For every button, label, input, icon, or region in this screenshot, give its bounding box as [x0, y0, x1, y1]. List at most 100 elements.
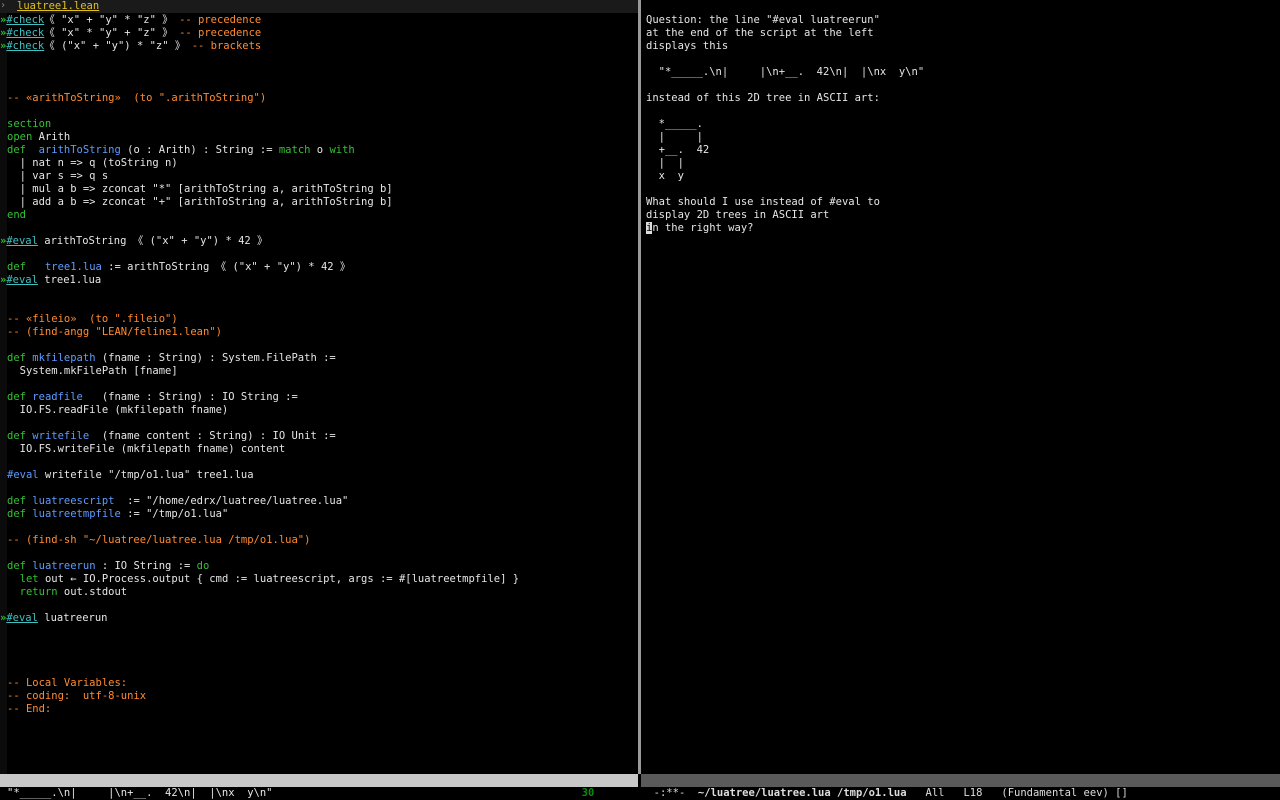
- window-header: › luatree1.lean: [0, 0, 638, 13]
- code-line[interactable]: #eval writefile "/tmp/o1.lua" tree1.lua: [7, 469, 254, 482]
- code-line[interactable]: »#check《 "x" * "y" + "z" 》 -- precedence: [0, 27, 262, 40]
- code-text: | nat n => q (toString n): [7, 157, 178, 169]
- code-comment: -- brackets: [191, 40, 262, 52]
- code-identifier: luatreerun: [32, 560, 96, 572]
- code-comment: -- (find-sh "~/luatree/luatree.lua /tmp/…: [7, 534, 311, 546]
- code-line[interactable]: »#eval luatreerun: [0, 612, 108, 625]
- modeline-position: All L18: [906, 787, 1002, 799]
- code-text: luatreerun: [37, 612, 108, 624]
- code-comment: -- precedence: [179, 27, 262, 39]
- code-line[interactable]: def tree1.lua := arithToString 《 ("x" + …: [7, 261, 350, 274]
- code-comment: -- «arithToString» (to ".arithToString"): [7, 92, 267, 104]
- code-text: (o : Arith) : String :=: [120, 144, 279, 156]
- code-keyword: def: [7, 352, 26, 364]
- code-keyword: let: [19, 573, 39, 585]
- code-keyword: def: [7, 508, 26, 520]
- code-line[interactable]: »#check《 "x" + "y" * "z" 》 -- precedence: [0, 14, 261, 27]
- code-keyword: def: [7, 430, 26, 442]
- code-line[interactable]: def readfile (fname : String) : IO Strin…: [7, 391, 298, 404]
- modeline-modes[interactable]: (Fundamental eev) []: [1001, 787, 1127, 799]
- eval-marker-icon: »: [0, 274, 7, 286]
- text-line[interactable]: instead of this 2D tree in ASCII art:: [646, 92, 880, 105]
- modeline-status: -:**-: [653, 787, 698, 799]
- text-line[interactable]: display 2D trees in ASCII art: [646, 209, 829, 222]
- code-line[interactable]: »#check《 ("x" + "y") * "z" 》 -- brackets: [0, 40, 262, 53]
- code-line[interactable]: return out.stdout: [7, 586, 127, 599]
- code-line[interactable]: | var s => q s: [7, 170, 109, 183]
- code-comment: -- (find-angg "LEAN/feline1.lean"): [7, 326, 222, 338]
- code-comment: -- Local Variables:: [7, 677, 128, 689]
- code-comment: -- coding: utf-8-unix: [7, 690, 147, 702]
- code-line[interactable]: def luatreerun : IO String := do: [7, 560, 209, 573]
- code-line[interactable]: def mkfilepath (fname : String) : System…: [7, 352, 336, 365]
- code-identifier: mkfilepath: [32, 352, 96, 364]
- code-command: #eval: [6, 274, 38, 286]
- text-line[interactable]: +__. 42: [646, 144, 710, 157]
- code-identifier: readfile: [32, 391, 83, 403]
- code-line[interactable]: IO.FS.writeFile (mkfilepath fname) conte…: [7, 443, 286, 456]
- text-line[interactable]: in the right way?: [646, 222, 753, 235]
- code-line[interactable]: let out ← IO.Process.output { cmd := lua…: [7, 573, 519, 586]
- code-line[interactable]: -- End:: [7, 703, 51, 716]
- code-command: #check: [6, 14, 45, 26]
- eval-marker-icon: »: [0, 27, 7, 39]
- text-line[interactable]: What should I use instead of #eval to: [646, 196, 880, 209]
- code-line[interactable]: -- Local Variables:: [7, 677, 127, 690]
- code-text: out ← IO.Process.output { cmd := luatree…: [38, 573, 520, 585]
- text-line[interactable]: x y: [646, 170, 684, 183]
- text-line[interactable]: | |: [646, 131, 703, 144]
- left-editor-pane[interactable]: › luatree1.lean »#check《 "x" + "y" * "z"…: [0, 0, 638, 774]
- code-line[interactable]: System.mkFilePath [fname]: [7, 365, 178, 378]
- text-line[interactable]: displays this: [646, 40, 728, 53]
- code-line[interactable]: »#eval tree1.lua: [0, 274, 101, 287]
- text-line[interactable]: at the end of the script at the left: [646, 27, 874, 40]
- code-keyword: open: [7, 131, 33, 143]
- code-text: : IO String :=: [95, 560, 197, 572]
- code-text: 《 "x" + "y" * "z" 》: [44, 14, 180, 26]
- code-line[interactable]: | mul a b => zconcat "*" [arithToString …: [7, 183, 393, 196]
- code-keyword: def: [7, 261, 26, 273]
- text-line[interactable]: | |: [646, 157, 684, 170]
- code-line[interactable]: -- «arithToString» (to ".arithToString"): [7, 92, 266, 105]
- code-line[interactable]: def writefile (fname content : String) :…: [7, 430, 336, 443]
- code-line[interactable]: open Arith: [7, 131, 70, 144]
- text-line[interactable]: *_____.: [646, 118, 703, 131]
- code-line[interactable]: | nat n => q (toString n): [7, 157, 178, 170]
- modeline-count-badge: 30: [581, 787, 595, 799]
- right-mode-line[interactable]: -:**- ~/luatree/luatree.lua /tmp/o1.lua …: [641, 774, 1280, 799]
- code-keyword: def: [7, 391, 26, 403]
- code-text: 《 "x" * "y" + "z" 》: [44, 27, 180, 39]
- eval-marker-icon: »: [0, 235, 7, 247]
- code-keyword: def: [7, 560, 26, 572]
- code-identifier: luatreescript: [32, 495, 115, 507]
- code-keyword: def: [7, 144, 26, 156]
- modeline-buffer-name[interactable]: ~/luatree/luatree.lua /tmp/o1.lua: [698, 787, 907, 799]
- left-mode-line[interactable]: -UU:--- luatree1.lean Bot L115 (Lean 4 c…: [0, 774, 638, 799]
- code-identifier: writefile: [32, 430, 90, 442]
- code-line[interactable]: »#eval arithToString 《 ("x" + "y") * 42 …: [0, 235, 268, 248]
- code-line[interactable]: end: [7, 209, 26, 222]
- code-identifier: arithToString: [38, 144, 121, 156]
- code-line[interactable]: def luatreetmpfile := "/tmp/o1.lua": [7, 508, 228, 521]
- code-identifier: tree1.lua: [44, 261, 102, 273]
- code-line[interactable]: -- (find-sh "~/luatree/luatree.lua /tmp/…: [7, 534, 310, 547]
- code-line[interactable]: -- «fileio» (to ".fileio"): [7, 313, 178, 326]
- text-line[interactable]: Question: the line "#eval luatreerun": [646, 14, 880, 27]
- text-line-rest: n the right way?: [652, 222, 754, 234]
- code-line[interactable]: section: [7, 118, 51, 131]
- header-filename[interactable]: luatree1.lean: [17, 0, 99, 12]
- code-text: IO.FS.readFile (mkfilepath fname): [7, 404, 229, 416]
- right-text-pane[interactable]: Question: the line "#eval luatreerun" at …: [641, 0, 1280, 774]
- code-line[interactable]: | add a b => zconcat "+" [arithToString …: [7, 196, 393, 209]
- code-line[interactable]: -- coding: utf-8-unix: [7, 690, 146, 703]
- code-line[interactable]: def arithToString (o : Arith) : String :…: [7, 144, 355, 157]
- code-command: #check: [6, 40, 45, 52]
- code-line[interactable]: IO.FS.readFile (mkfilepath fname): [7, 404, 229, 417]
- text-line[interactable]: "*_____.\n| |\n+__. 42\n| |\nx y\n": [646, 66, 925, 79]
- modeline-modes[interactable]: (Lean 4 company LSP[lean4-lsp:4286] FlyC…: [253, 787, 582, 799]
- code-line[interactable]: def luatreescript := "/home/edrx/luatree…: [7, 495, 348, 508]
- code-line[interactable]: -- (find-angg "LEAN/feline1.lean"): [7, 326, 222, 339]
- code-text: writefile "/tmp/o1.lua" tree1.lua: [38, 469, 254, 481]
